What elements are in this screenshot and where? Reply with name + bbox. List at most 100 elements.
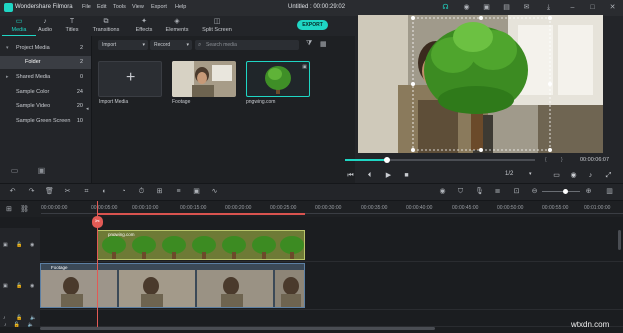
account-icon[interactable]: ◉ bbox=[462, 3, 471, 12]
sidebar-item-sample-green-screen[interactable]: Sample Green Screen 10 bbox=[0, 115, 91, 128]
fit-timeline-icon[interactable]: ▥ bbox=[605, 187, 614, 196]
quality-select[interactable]: 1/2 ▾ bbox=[505, 171, 532, 177]
download-icon[interactable]: ⤓ bbox=[544, 3, 553, 12]
redo-icon[interactable]: ↷ bbox=[27, 187, 36, 196]
mark-in-icon[interactable]: { bbox=[545, 157, 547, 163]
stop-icon[interactable]: ■ bbox=[402, 171, 411, 180]
tab-split-screen[interactable]: ◫ Split Screen bbox=[200, 17, 234, 36]
speed-icon[interactable]: ◔ bbox=[119, 187, 128, 196]
color-icon[interactable]: ◐ bbox=[100, 187, 109, 196]
voiceover-icon[interactable]: ≣ bbox=[493, 187, 502, 196]
cut-icon[interactable]: ✂ bbox=[63, 187, 72, 196]
pngwing-thumbnail[interactable]: ▣ bbox=[246, 61, 310, 97]
render-icon[interactable]: ◉ bbox=[438, 187, 447, 196]
menu-edit[interactable]: Edit bbox=[97, 4, 106, 10]
new-folder-icon[interactable]: ▭ bbox=[10, 166, 19, 175]
track-type-icon: ▣ bbox=[3, 283, 8, 289]
chevron-down-icon: ▾ bbox=[6, 45, 9, 51]
transform-icon[interactable]: ⊞ bbox=[155, 187, 164, 196]
lock-icon[interactable]: 🔓 bbox=[16, 242, 22, 248]
filter-icon[interactable]: ⧩ bbox=[306, 40, 312, 48]
import-media-tile[interactable]: + bbox=[98, 61, 162, 97]
crop-icon[interactable]: ⌗ bbox=[82, 187, 91, 196]
tree-image bbox=[265, 66, 291, 94]
menu-help[interactable]: Help bbox=[175, 4, 186, 10]
footage-thumbnail[interactable] bbox=[172, 61, 236, 97]
maximize-icon[interactable]: □ bbox=[588, 3, 597, 12]
search-input[interactable] bbox=[206, 40, 296, 50]
expand-icon[interactable]: ⤢ bbox=[604, 171, 613, 180]
ruler-tick-label: 00:00:45:00 bbox=[452, 205, 479, 211]
music-note-icon: ♪ bbox=[4, 322, 7, 328]
previous-frame-icon[interactable]: ⏮ bbox=[346, 171, 355, 180]
ruler-tick-label: 00:00:50:00 bbox=[497, 205, 524, 211]
fullscreen-monitor-icon[interactable]: ▭ bbox=[552, 171, 561, 180]
eye-icon[interactable]: ◉ bbox=[30, 242, 34, 248]
timer-icon[interactable]: ⏱ bbox=[137, 187, 146, 196]
ruler-tick-label: 00:00:10:00 bbox=[132, 205, 159, 211]
vertical-scrollbar[interactable] bbox=[618, 230, 621, 250]
audio-waveform-icon[interactable]: ∿ bbox=[210, 187, 219, 196]
eye-icon[interactable]: ◉ bbox=[30, 283, 34, 289]
sidebar-item-shared-media[interactable]: ▸ Shared Media 0 bbox=[0, 71, 91, 84]
lock-icon[interactable]: 🔓 bbox=[16, 315, 22, 321]
horizontal-scrollbar[interactable] bbox=[40, 327, 435, 330]
adjust-icon[interactable]: ≡ bbox=[174, 187, 183, 196]
delete-icon[interactable]: 🗑 bbox=[45, 187, 54, 196]
link-icon[interactable]: ⛓ bbox=[20, 205, 29, 213]
playhead-scissors-icon[interactable]: ✂ bbox=[92, 216, 103, 228]
snapshot-icon[interactable]: ◉ bbox=[569, 171, 578, 180]
ruler-tick-label: 00:00:25:00 bbox=[270, 205, 297, 211]
headset-icon[interactable]: ☊ bbox=[441, 3, 450, 12]
tab-effects[interactable]: ✦ Effects bbox=[127, 17, 161, 36]
timeline-clip-pngwing[interactable]: pngwing.com bbox=[97, 230, 305, 260]
save-icon[interactable]: ▤ bbox=[502, 3, 511, 12]
playback-scrubber-handle[interactable] bbox=[383, 157, 390, 163]
zoom-slider-handle[interactable] bbox=[563, 189, 568, 194]
effects-icon: ✦ bbox=[141, 18, 147, 25]
shield-icon[interactable]: ⛉ bbox=[456, 187, 465, 196]
record-dropdown[interactable]: Record ▾ bbox=[150, 40, 192, 50]
message-icon[interactable]: ✉ bbox=[522, 3, 531, 12]
mark-out-icon[interactable]: } bbox=[561, 157, 563, 163]
export-button[interactable]: EXPORT bbox=[297, 20, 328, 30]
menu-file[interactable]: File bbox=[82, 4, 91, 10]
lock-icon[interactable]: 🔓 bbox=[14, 322, 20, 328]
tab-elements[interactable]: ◈ Elements bbox=[160, 17, 194, 36]
green-screen-icon[interactable]: ▣ bbox=[192, 187, 201, 196]
chevron-down-icon: ▾ bbox=[529, 171, 532, 177]
gift-icon[interactable]: ▣ bbox=[482, 3, 491, 12]
preview-frame[interactable] bbox=[358, 15, 603, 153]
play-previous-icon[interactable]: ⏴ bbox=[365, 171, 374, 180]
volume-icon[interactable]: ♪ bbox=[586, 171, 595, 180]
sidebar-item-sample-video[interactable]: Sample Video 20 bbox=[0, 100, 91, 113]
import-folder-icon[interactable]: ▣ bbox=[37, 166, 46, 175]
pngwing-label: pngwing.com bbox=[246, 99, 276, 105]
close-icon[interactable]: ✕ bbox=[608, 3, 617, 12]
zoom-in-icon[interactable]: ⊕ bbox=[584, 187, 593, 196]
tab-titles[interactable]: T Titles bbox=[55, 17, 89, 36]
menu-export[interactable]: Export bbox=[151, 4, 167, 10]
zoom-out-icon[interactable]: ⊖ bbox=[530, 187, 539, 196]
menu-view[interactable]: View bbox=[132, 4, 144, 10]
undo-icon[interactable]: ↶ bbox=[8, 187, 17, 196]
collapse-panel-icon[interactable]: ◂ bbox=[86, 106, 89, 112]
sidebar-item-project-media[interactable]: ▾ Project Media 2 bbox=[0, 42, 91, 55]
grid-view-icon[interactable]: ▦ bbox=[320, 40, 327, 48]
snapshot-icon[interactable]: ⊡ bbox=[512, 187, 521, 196]
sidebar-item-folder[interactable]: Folder 2 bbox=[0, 56, 91, 69]
tab-transitions[interactable]: ⧉ Transitions bbox=[89, 17, 123, 36]
lock-icon[interactable]: 🔓 bbox=[16, 283, 22, 289]
volume-icon[interactable]: 🔈 bbox=[28, 322, 34, 328]
timeline-clip-footage[interactable]: Footage bbox=[40, 263, 305, 308]
play-icon[interactable]: ▶ bbox=[384, 171, 393, 180]
import-dropdown[interactable]: Import ▾ bbox=[98, 40, 148, 50]
sidebar-item-sample-color[interactable]: Sample Color 24 bbox=[0, 86, 91, 99]
zoom-slider-track[interactable] bbox=[542, 191, 580, 192]
menu-tools[interactable]: Tools bbox=[113, 4, 126, 10]
add-track-icon[interactable]: ⊞ bbox=[6, 205, 12, 213]
filmora-logo-icon bbox=[4, 3, 13, 12]
mute-icon[interactable]: 🔈 bbox=[30, 315, 36, 321]
minimize-icon[interactable]: – bbox=[568, 3, 577, 12]
microphone-icon[interactable]: 🎙 bbox=[475, 187, 484, 196]
